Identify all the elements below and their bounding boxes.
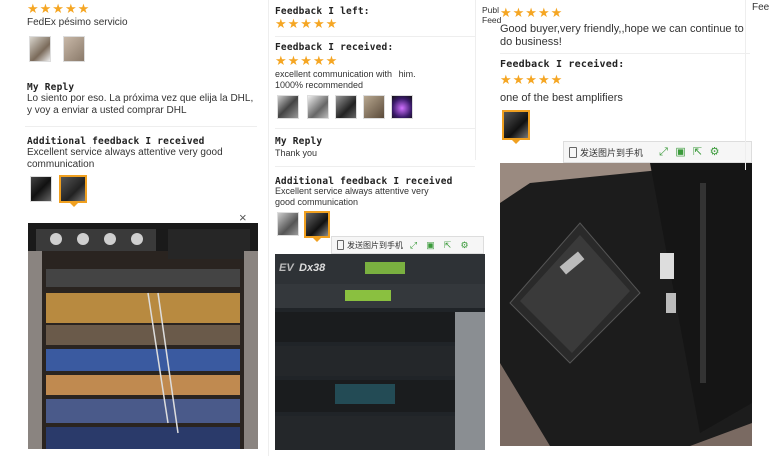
additional-thumb-1[interactable] — [30, 176, 52, 202]
column-divider — [475, 0, 476, 160]
share-icon[interactable]: ⇱ — [441, 239, 454, 252]
expand-icon[interactable]: ⤢ — [407, 239, 420, 252]
column-divider — [745, 0, 746, 170]
column-divider — [268, 0, 269, 456]
rating-stars-top: ★★★★★ — [500, 5, 564, 20]
received-thumb-1[interactable] — [277, 95, 299, 119]
gear-icon[interactable]: ⚙ — [458, 239, 471, 252]
share-icon[interactable]: ⇱ — [691, 146, 704, 159]
received-thumb-5[interactable] — [391, 95, 413, 119]
partial-feedback-label: Fee — [752, 2, 770, 13]
rating-stars: ★★★★★ — [27, 1, 91, 16]
buyer-handle: him. — [398, 69, 416, 79]
divider — [275, 166, 475, 167]
photo-model-text: Dx38 — [299, 262, 326, 274]
image-toolbar: 发送图片到手机 ⤢ ▣ ⇱ ⚙ — [331, 236, 484, 254]
received-feedback-text: one of the best amplifiers — [500, 92, 623, 104]
received-thumb-2[interactable] — [307, 95, 329, 119]
received-feedback-text-tail: 1000% recommended — [275, 80, 364, 90]
my-reply-label: My Reply — [27, 82, 75, 93]
review-thumb-2[interactable] — [63, 36, 85, 62]
additional-feedback-label: Additional feedback I received — [27, 136, 205, 147]
send-to-phone-button[interactable]: 发送图片到手机 — [569, 146, 643, 159]
review-text: FedEx pésimo servicio — [27, 17, 128, 28]
received-feedback-text: excellent communication with him. 1000% … — [275, 69, 450, 91]
save-icon[interactable]: ▣ — [424, 239, 437, 252]
photo-brand-text: EV — [279, 262, 294, 274]
expand-icon[interactable]: ⤢ — [657, 146, 670, 159]
received-feedback-text-main: excellent communication with — [275, 69, 393, 79]
image-toolbar: 发送图片到手机 ⤢ ▣ ⇱ ⚙ — [563, 141, 752, 163]
received-thumb-3[interactable] — [335, 95, 357, 119]
save-icon[interactable]: ▣ — [674, 146, 687, 159]
send-to-phone-label: 发送图片到手机 — [347, 240, 403, 250]
enlarged-photo-amplifier-manual — [500, 163, 752, 446]
enlarged-photo-amplifiers: EV Dx38 — [275, 254, 485, 450]
additional-thumb-2[interactable] — [304, 211, 330, 238]
divider — [500, 53, 750, 54]
phone-icon — [337, 240, 344, 250]
selected-pointer — [69, 202, 79, 207]
gear-icon[interactable]: ⚙ — [708, 146, 721, 159]
selected-pointer — [511, 139, 521, 144]
rating-stars-received: ★★★★★ — [500, 72, 564, 87]
rating-stars-received: ★★★★★ — [275, 53, 339, 68]
divider — [275, 36, 475, 37]
received-thumb-4[interactable] — [363, 95, 385, 119]
amplifier-stack-graphic — [275, 254, 485, 450]
feedback-received-label: Feedback I received: — [500, 59, 625, 70]
my-reply-text: Lo siento por eso. La próxima vez que el… — [27, 93, 254, 116]
divider — [25, 126, 257, 127]
send-to-phone-button[interactable]: 发送图片到手机 — [337, 240, 403, 251]
rating-stars-left: ★★★★★ — [275, 16, 339, 31]
send-to-phone-label: 发送图片到手机 — [580, 147, 644, 158]
selected-pointer — [312, 237, 322, 242]
received-thumb-1[interactable] — [502, 110, 530, 140]
phone-icon — [569, 146, 577, 158]
review-thumb-1[interactable] — [29, 36, 51, 62]
feed-label: Feed — [482, 15, 502, 25]
my-reply-label: My Reply — [275, 136, 323, 147]
additional-thumb-2[interactable] — [59, 175, 87, 203]
top-review-text: Good buyer,very friendly,,hope we can co… — [500, 23, 744, 48]
feedback-received-label: Feedback I received: — [275, 42, 394, 53]
additional-thumb-1[interactable] — [277, 212, 299, 236]
my-reply-text: Thank you — [275, 148, 318, 158]
enlarged-photo-rack — [28, 223, 258, 449]
additional-feedback-text: Excellent service always attentive very … — [275, 186, 429, 207]
divider — [275, 128, 475, 129]
pub-label: Publ — [482, 5, 500, 15]
additional-feedback-text: Excellent service always attentive very … — [27, 147, 223, 170]
